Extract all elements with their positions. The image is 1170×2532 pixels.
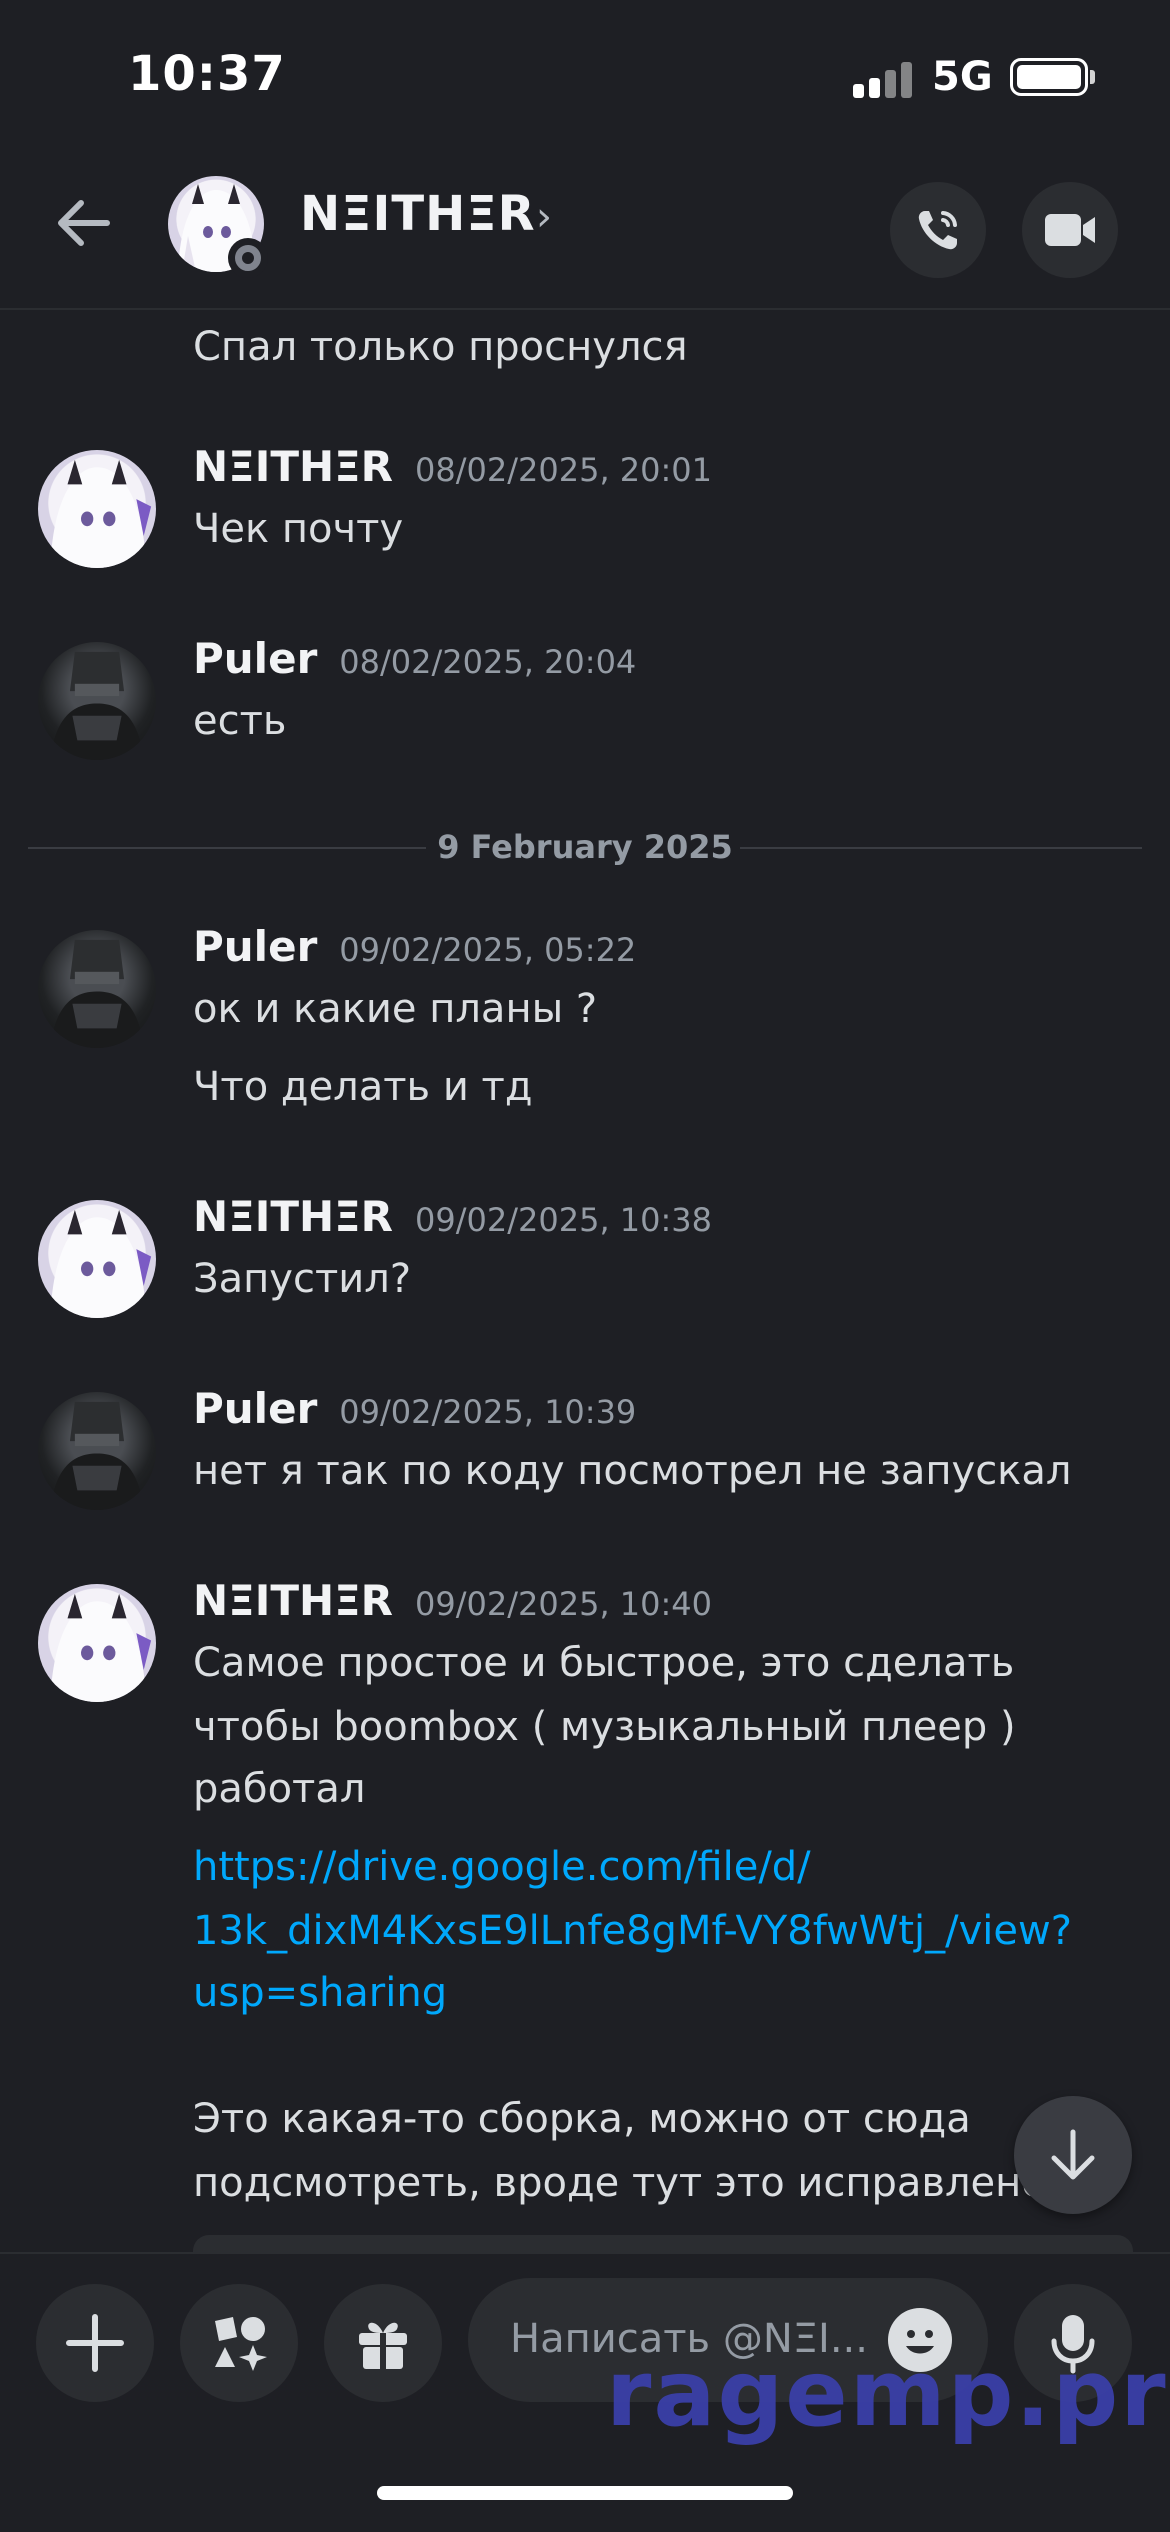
apps-button[interactable] bbox=[180, 2284, 298, 2402]
message-text: Спал только проснулся bbox=[193, 324, 688, 370]
message-link[interactable]: 13k_dixM4KxsE9lLnfe8gMf-VY8fwWtj_/view? bbox=[193, 1900, 1072, 1962]
message-text: есть bbox=[193, 698, 287, 744]
message-header: NΞITHΞR 09/02/2025, 10:40 bbox=[193, 1576, 712, 1625]
gift-icon bbox=[359, 2322, 407, 2369]
message-header: NΞITHΞR 08/02/2025, 20:01 bbox=[193, 442, 712, 491]
date-divider-label: 9 February 2025 bbox=[437, 828, 733, 866]
author-avatar[interactable] bbox=[38, 642, 156, 760]
phone-call-icon bbox=[918, 211, 957, 250]
masked-figure-avatar-art bbox=[50, 651, 144, 760]
masked-figure-avatar-art bbox=[50, 939, 144, 1048]
contact-name[interactable]: NΞITHΞR bbox=[300, 186, 536, 242]
voice-call-button[interactable] bbox=[890, 182, 986, 278]
watermark: ragemp.pro bbox=[606, 2340, 1170, 2447]
author-name[interactable]: Puler bbox=[193, 634, 317, 683]
date-divider: 9 February 2025 bbox=[28, 822, 1142, 872]
cellular-signal-icon bbox=[853, 60, 913, 98]
chat-header: NΞITHΞR › bbox=[0, 160, 1170, 310]
video-call-button[interactable] bbox=[1022, 182, 1118, 278]
author-name[interactable]: NΞITHΞR bbox=[193, 1192, 393, 1241]
message-header: Puler 09/02/2025, 10:39 bbox=[193, 1384, 636, 1433]
message-text: Запустил? bbox=[193, 1256, 412, 1302]
message-timestamp: 08/02/2025, 20:04 bbox=[339, 643, 637, 681]
gift-button[interactable] bbox=[324, 2284, 442, 2402]
message-text: Самое простое и быстрое, это сделать bbox=[193, 1640, 1015, 1686]
message-timestamp: 09/02/2025, 05:22 bbox=[339, 931, 637, 969]
message-link[interactable]: usp=sharing bbox=[193, 1962, 447, 2024]
battery-icon bbox=[1010, 58, 1088, 96]
message-header: Puler 09/02/2025, 05:22 bbox=[193, 922, 636, 971]
message-text: подсмотреть, вроде тут это исправлено bbox=[193, 2160, 1046, 2206]
attach-button[interactable] bbox=[36, 2284, 154, 2402]
message-timestamp: 09/02/2025, 10:38 bbox=[415, 1201, 712, 1239]
back-button[interactable] bbox=[48, 188, 118, 258]
author-avatar[interactable] bbox=[38, 1392, 156, 1510]
offline-status-icon bbox=[228, 238, 268, 278]
arrow-left-icon bbox=[58, 200, 110, 246]
plus-icon bbox=[66, 2314, 124, 2372]
message-text: чтобы boombox ( музыкальный плеер ) bbox=[193, 1704, 1016, 1750]
arrow-down-icon bbox=[1051, 2129, 1095, 2180]
message-text: Это какая-то сборка, можно от сюда bbox=[193, 2096, 971, 2142]
network-type: 5G bbox=[932, 54, 993, 100]
message-list[interactable]: Спал только проснулся NΞITHΞR 08/02/2025,… bbox=[0, 312, 1170, 2250]
home-indicator[interactable] bbox=[377, 2486, 793, 2500]
author-avatar[interactable] bbox=[38, 1584, 156, 1702]
message-text: работал bbox=[193, 1766, 366, 1812]
masked-figure-avatar-art bbox=[50, 1401, 144, 1510]
author-name[interactable]: NΞITHΞR bbox=[193, 442, 393, 491]
anime-avatar-art bbox=[50, 1209, 152, 1318]
author-name[interactable]: Puler bbox=[193, 1384, 317, 1433]
author-name[interactable]: Puler bbox=[193, 922, 317, 971]
author-avatar[interactable] bbox=[38, 450, 156, 568]
author-name[interactable]: NΞITHΞR bbox=[193, 1576, 393, 1625]
author-avatar[interactable] bbox=[38, 1200, 156, 1318]
message-timestamp: 09/02/2025, 10:39 bbox=[339, 1393, 637, 1431]
message-header: NΞITHΞR 09/02/2025, 10:38 bbox=[193, 1192, 712, 1241]
message-text: Чек почту bbox=[193, 506, 404, 552]
message-text: нет я так по коду посмотрел не запускал bbox=[193, 1448, 1072, 1494]
message-text: Что делать и тд bbox=[193, 1064, 533, 1110]
author-avatar[interactable] bbox=[38, 930, 156, 1048]
chat-screen: 10:37 5G NΞITHΞR › Спал только проснулся… bbox=[0, 0, 1170, 2532]
apps-shapes-icon bbox=[215, 2317, 267, 2371]
anime-avatar-art bbox=[50, 459, 152, 568]
battery-tip bbox=[1090, 70, 1095, 84]
message-timestamp: 08/02/2025, 20:01 bbox=[415, 451, 712, 489]
chevron-right-icon[interactable]: › bbox=[536, 194, 552, 240]
jump-to-bottom-button[interactable] bbox=[1014, 2096, 1132, 2214]
status-time: 10:37 bbox=[128, 46, 286, 102]
status-bar: 10:37 5G bbox=[0, 0, 1170, 150]
message-timestamp: 09/02/2025, 10:40 bbox=[415, 1585, 712, 1623]
message-link[interactable]: https://drive.google.com/file/d/ bbox=[193, 1836, 811, 1898]
video-camera-icon bbox=[1045, 214, 1095, 246]
anime-avatar-art bbox=[50, 1593, 152, 1702]
message-text: ок и какие планы ? bbox=[193, 986, 598, 1032]
message-header: Puler 08/02/2025, 20:04 bbox=[193, 634, 636, 683]
